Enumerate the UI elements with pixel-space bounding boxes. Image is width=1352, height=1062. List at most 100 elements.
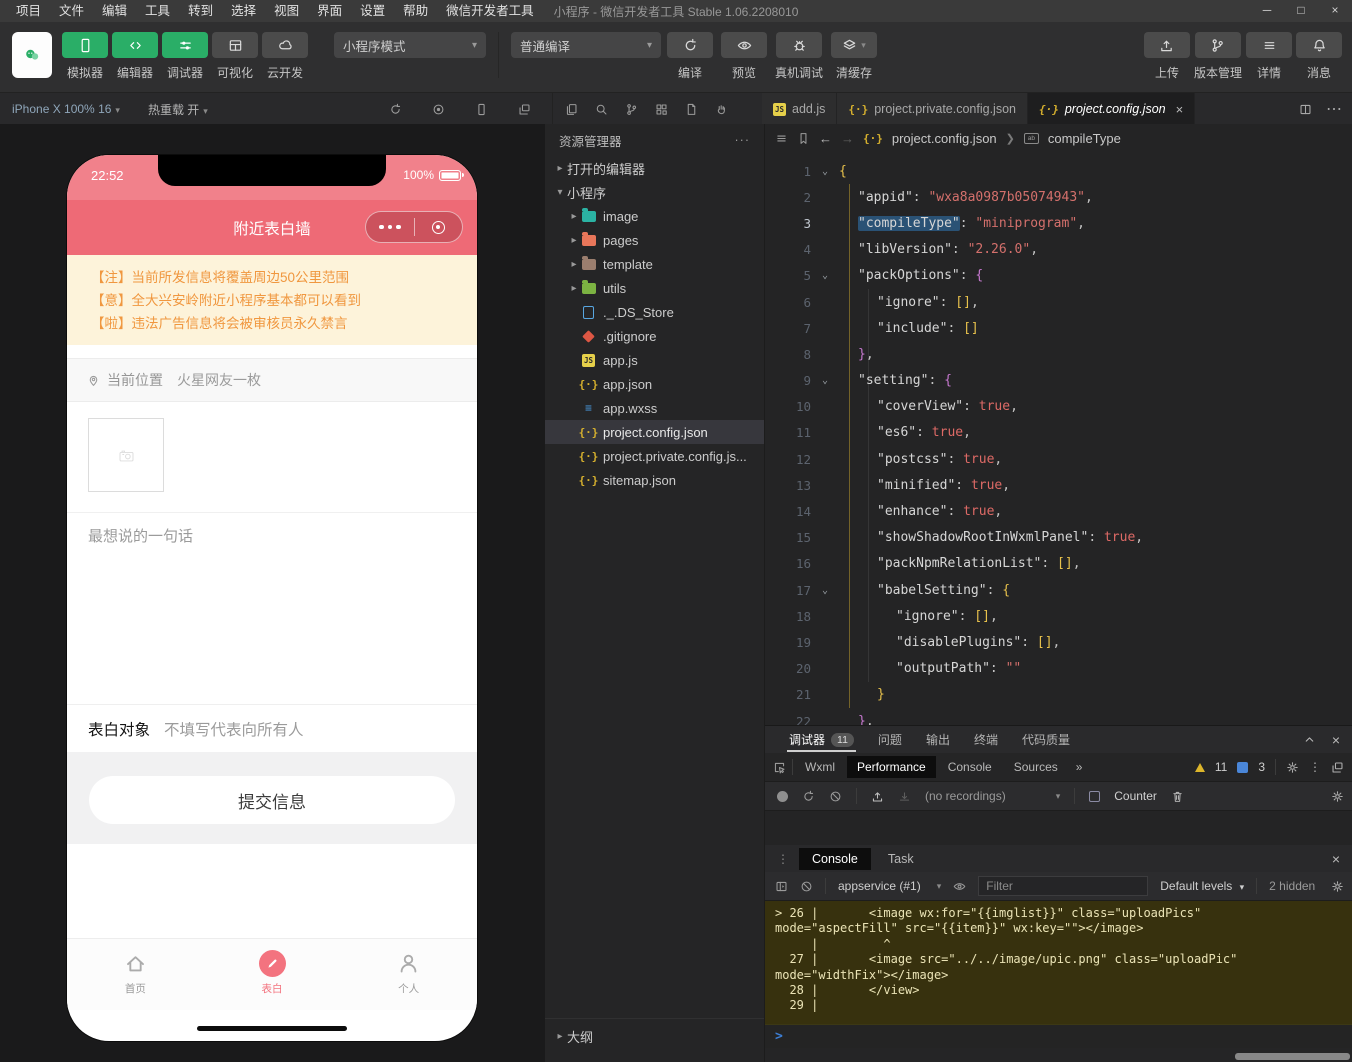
submit-button[interactable]: 提交信息 xyxy=(89,776,455,824)
devtools-tab-Console[interactable]: Console xyxy=(938,756,1002,778)
bookmark-icon[interactable] xyxy=(797,132,810,145)
live-expression-icon[interactable] xyxy=(953,880,966,893)
message-textarea[interactable]: 最想说的一句话 xyxy=(88,525,193,546)
close-button[interactable]: × xyxy=(1318,0,1352,22)
recordings-dropdown[interactable]: (no recordings) xyxy=(925,789,1006,803)
clear-icon[interactable] xyxy=(829,790,842,803)
plugin-icon[interactable] xyxy=(715,103,728,116)
tree-item-utils[interactable]: ▸ utils xyxy=(545,276,764,300)
tree-item-app.json[interactable]: {·} app.json xyxy=(545,372,764,396)
tree-item-sitemap.json[interactable]: {·} sitemap.json xyxy=(545,468,764,492)
explorer-section-0[interactable]: ▸ 打开的编辑器 xyxy=(545,156,764,180)
menu-item-5[interactable]: 选择 xyxy=(223,0,264,22)
source-control-icon[interactable] xyxy=(625,103,638,116)
menu-item-0[interactable]: 项目 xyxy=(8,0,49,22)
menu-item-4[interactable]: 转到 xyxy=(180,0,221,22)
tab-overflow-icon[interactable]: » xyxy=(1076,760,1083,774)
panel-tab-问题[interactable]: 问题 xyxy=(868,726,912,753)
tree-item-.gitignore[interactable]: .gitignore xyxy=(545,324,764,348)
mode-dropdown[interactable]: 小程序模式 ▾ xyxy=(334,32,486,58)
editor-tab-project.config.json[interactable]: {·} project.config.json × xyxy=(1027,93,1196,125)
close-panel-icon[interactable]: × xyxy=(1332,732,1340,748)
console-prompt-row[interactable]: > xyxy=(765,1024,1352,1048)
horizontal-scrollbar[interactable] xyxy=(1235,1053,1350,1060)
console-settings-icon[interactable] xyxy=(1331,880,1344,893)
inspect-element-icon[interactable] xyxy=(773,761,786,774)
phone-tab-首页[interactable]: 首页 xyxy=(67,939,204,1010)
exit-button[interactable] xyxy=(415,212,463,242)
wechat-devtools-logo[interactable] xyxy=(12,32,52,78)
target-input[interactable]: 不填写代表向所有人 xyxy=(164,718,304,740)
fold-arrow-icon[interactable]: ⌄ xyxy=(811,166,839,177)
editor-tab-add.js[interactable]: JS add.js xyxy=(762,93,838,125)
device-selector[interactable]: iPhone X 100% 16 ▾ xyxy=(12,102,120,116)
devtools-tab-Sources[interactable]: Sources xyxy=(1004,756,1068,778)
devtools-settings-icon[interactable] xyxy=(1286,761,1299,774)
outline-section[interactable]: ▸ 大纲 xyxy=(545,1018,764,1048)
info-count[interactable]: 3 xyxy=(1258,760,1265,774)
explorer-more-icon[interactable]: ··· xyxy=(735,133,751,147)
menu-item-8[interactable]: 设置 xyxy=(352,0,393,22)
extensions-icon[interactable] xyxy=(655,103,668,116)
log-levels-dropdown[interactable]: Default levels ▾ xyxy=(1160,879,1244,893)
panel-tab-终端[interactable]: 终端 xyxy=(964,726,1008,753)
tree-item-image[interactable]: ▸ image xyxy=(545,204,764,228)
panel-tab-调试器[interactable]: 调试器 11 xyxy=(779,726,864,753)
tree-item-pages[interactable]: ▸ pages xyxy=(545,228,764,252)
collapse-panel-icon[interactable] xyxy=(1303,733,1316,746)
explorer-section-1[interactable]: ▾ 小程序 xyxy=(545,180,764,204)
warning-count[interactable]: 11 xyxy=(1215,760,1227,774)
menu-item-6[interactable]: 视图 xyxy=(266,0,307,22)
device-frame-icon[interactable] xyxy=(475,103,488,116)
panel-tab-代码质量[interactable]: 代码质量 xyxy=(1012,726,1080,753)
details-button[interactable]: 详情 xyxy=(1244,32,1294,81)
performance-settings-icon[interactable] xyxy=(1331,790,1344,803)
visualization-button[interactable]: 可视化 xyxy=(210,32,260,81)
fold-arrow-icon[interactable]: ⌄ xyxy=(811,375,839,386)
remote-debug-button[interactable]: 真机调试 xyxy=(773,32,825,81)
console-filter-input[interactable] xyxy=(978,876,1149,896)
code-area[interactable]: 1 ⌄{2 "appid": "wxa8a0987b05074943", 3 "comp… xyxy=(765,152,1352,725)
menu-item-3[interactable]: 工具 xyxy=(137,0,178,22)
close-drawer-icon[interactable]: × xyxy=(1332,851,1340,867)
dock-side-icon[interactable] xyxy=(1331,761,1344,774)
menu-item-1[interactable]: 文件 xyxy=(51,0,92,22)
target-row[interactable]: 表白对象 不填写代表向所有人 xyxy=(67,704,477,752)
record-button[interactable] xyxy=(777,790,788,802)
debugger-button[interactable]: 调试器 xyxy=(160,32,210,81)
tree-item-app.wxss[interactable]: ≡ app.wxss xyxy=(545,396,764,420)
fold-arrow-icon[interactable]: ⌄ xyxy=(811,585,839,596)
load-profile-icon[interactable] xyxy=(871,790,884,803)
search-icon[interactable] xyxy=(595,103,608,116)
upload-button[interactable]: 上传 xyxy=(1142,32,1192,81)
preview-button[interactable]: 预览 xyxy=(719,32,769,81)
close-tab-icon[interactable]: × xyxy=(1176,102,1184,117)
menu-item-9[interactable]: 帮助 xyxy=(395,0,436,22)
hot-reload-toggle[interactable]: 热重载 开 ▾ xyxy=(148,101,208,118)
reload-icon[interactable] xyxy=(802,790,815,803)
cloud-dev-button[interactable]: 云开发 xyxy=(260,32,310,81)
tree-item-template[interactable]: ▸ template xyxy=(545,252,764,276)
split-editor-icon[interactable] xyxy=(1299,103,1312,116)
multi-window-icon[interactable] xyxy=(518,103,531,116)
compile-button[interactable]: 编译 xyxy=(665,32,715,81)
phone-tab-个人[interactable]: 个人 xyxy=(340,939,477,1010)
devtools-tab-Wxml[interactable]: Wxml xyxy=(795,756,845,778)
console-sidebar-icon[interactable] xyxy=(775,880,788,893)
clear-console-icon[interactable] xyxy=(800,880,813,893)
menu-item-2[interactable]: 编辑 xyxy=(94,0,135,22)
more-button[interactable] xyxy=(366,212,414,242)
editor-button[interactable]: 编辑器 xyxy=(110,32,160,81)
file-icon[interactable] xyxy=(685,103,698,116)
rotate-device-icon[interactable] xyxy=(389,103,402,116)
version-manage-button[interactable]: 版本管理 xyxy=(1192,32,1244,81)
editor-menu-icon[interactable] xyxy=(775,132,788,145)
forward-icon[interactable]: → xyxy=(841,131,854,146)
fold-arrow-icon[interactable]: ⌄ xyxy=(811,270,839,281)
more-actions-icon[interactable]: ⋯ xyxy=(1326,99,1342,119)
console-tab-Console[interactable]: Console xyxy=(799,847,871,870)
location-row[interactable]: 当前位置 火星网友一枚 xyxy=(67,358,477,402)
phone-tab-表白[interactable]: 表白 xyxy=(204,939,341,1010)
clear-cache-button[interactable]: ▾ 清缓存 xyxy=(829,32,879,81)
messages-button[interactable]: 消息 xyxy=(1294,32,1344,81)
